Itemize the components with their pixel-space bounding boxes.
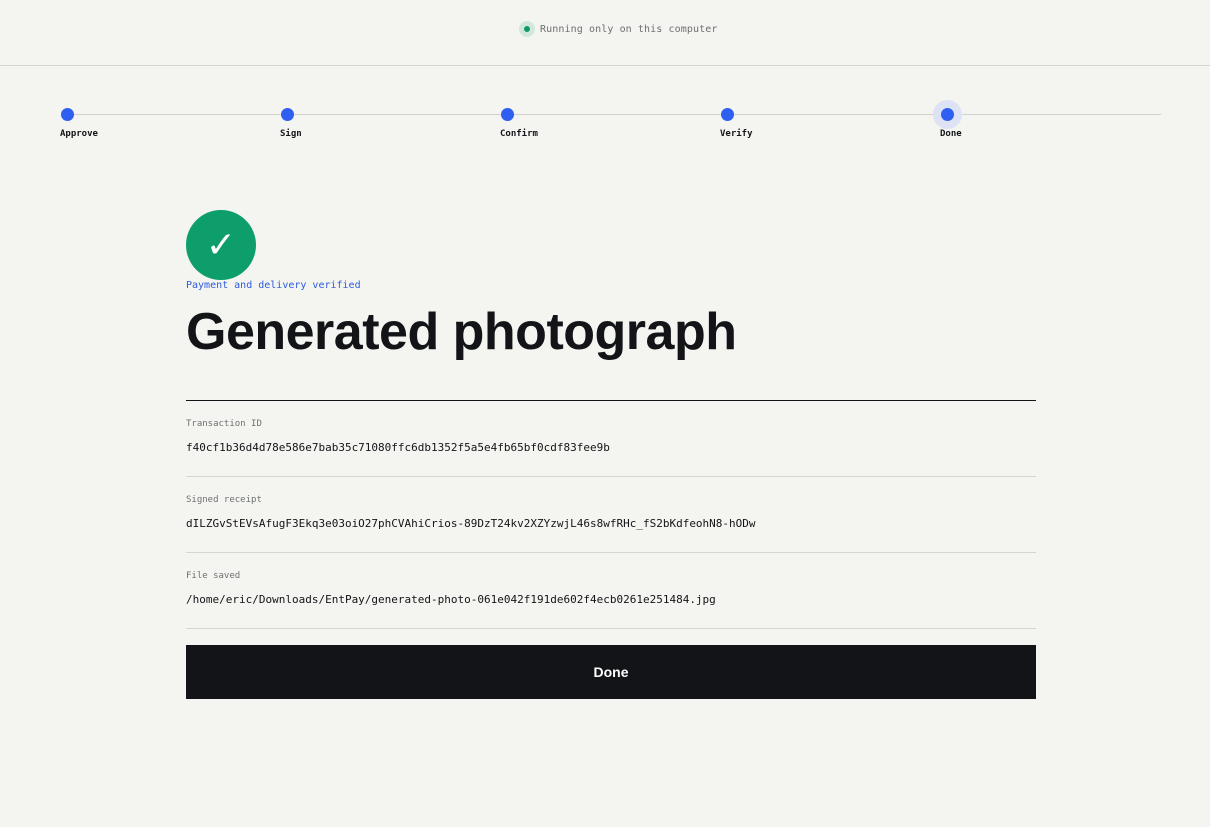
check-icon: ✓ [186,210,256,280]
signed-receipt-value: dILZGvStEVsAfugF3Ekq3e03oiO27phCVAhiCrio… [186,517,756,530]
file-saved-row: File saved /home/eric/Downloads/EntPay/g… [186,553,1036,629]
transaction-details: Transaction ID f40cf1b36d4d78e586e7bab35… [186,400,1036,629]
step-dot-icon [281,108,294,121]
signed-receipt-label: Signed receipt [186,495,262,505]
step-label: Approve [60,129,98,139]
file-saved-label: File saved [186,571,241,581]
step-done: Done [940,100,1020,150]
transaction-id-value: f40cf1b36d4d78e586e7bab35c71080ffc6db135… [186,441,610,454]
transaction-id-label: Transaction ID [186,419,262,429]
step-label: Verify [720,129,753,139]
progress-stepper: Approve Sign Confirm Verify Done [60,100,1161,150]
step-label: Confirm [500,129,538,139]
check-glyph: ✓ [205,224,237,266]
page-title: Generated photograph [186,303,737,361]
verified-label: Payment and delivery verified [186,280,361,291]
top-bar: Running only on this computer [0,0,1210,66]
local-status: Running only on this computer [519,21,718,37]
transaction-id-row: Transaction ID f40cf1b36d4d78e586e7bab35… [186,401,1036,477]
signed-receipt-row: Signed receipt dILZGvStEVsAfugF3Ekq3e03o… [186,477,1036,553]
step-dot-icon [501,108,514,121]
step-approve: Approve [60,100,140,150]
status-text: Running only on this computer [540,23,718,35]
step-dot-icon [61,108,74,121]
file-saved-path: /home/eric/Downloads/EntPay/generated-ph… [186,593,716,606]
step-sign: Sign [280,100,360,150]
done-button[interactable]: Done [186,645,1036,699]
step-verify: Verify [720,100,800,150]
step-label: Sign [280,129,302,139]
step-dot-icon [721,108,734,121]
step-label: Done [940,129,962,139]
step-confirm: Confirm [500,100,580,150]
step-dot-icon [941,108,954,121]
result-panel: ✓ Payment and delivery verified Generate… [186,210,1036,699]
status-dot-icon [519,21,535,37]
